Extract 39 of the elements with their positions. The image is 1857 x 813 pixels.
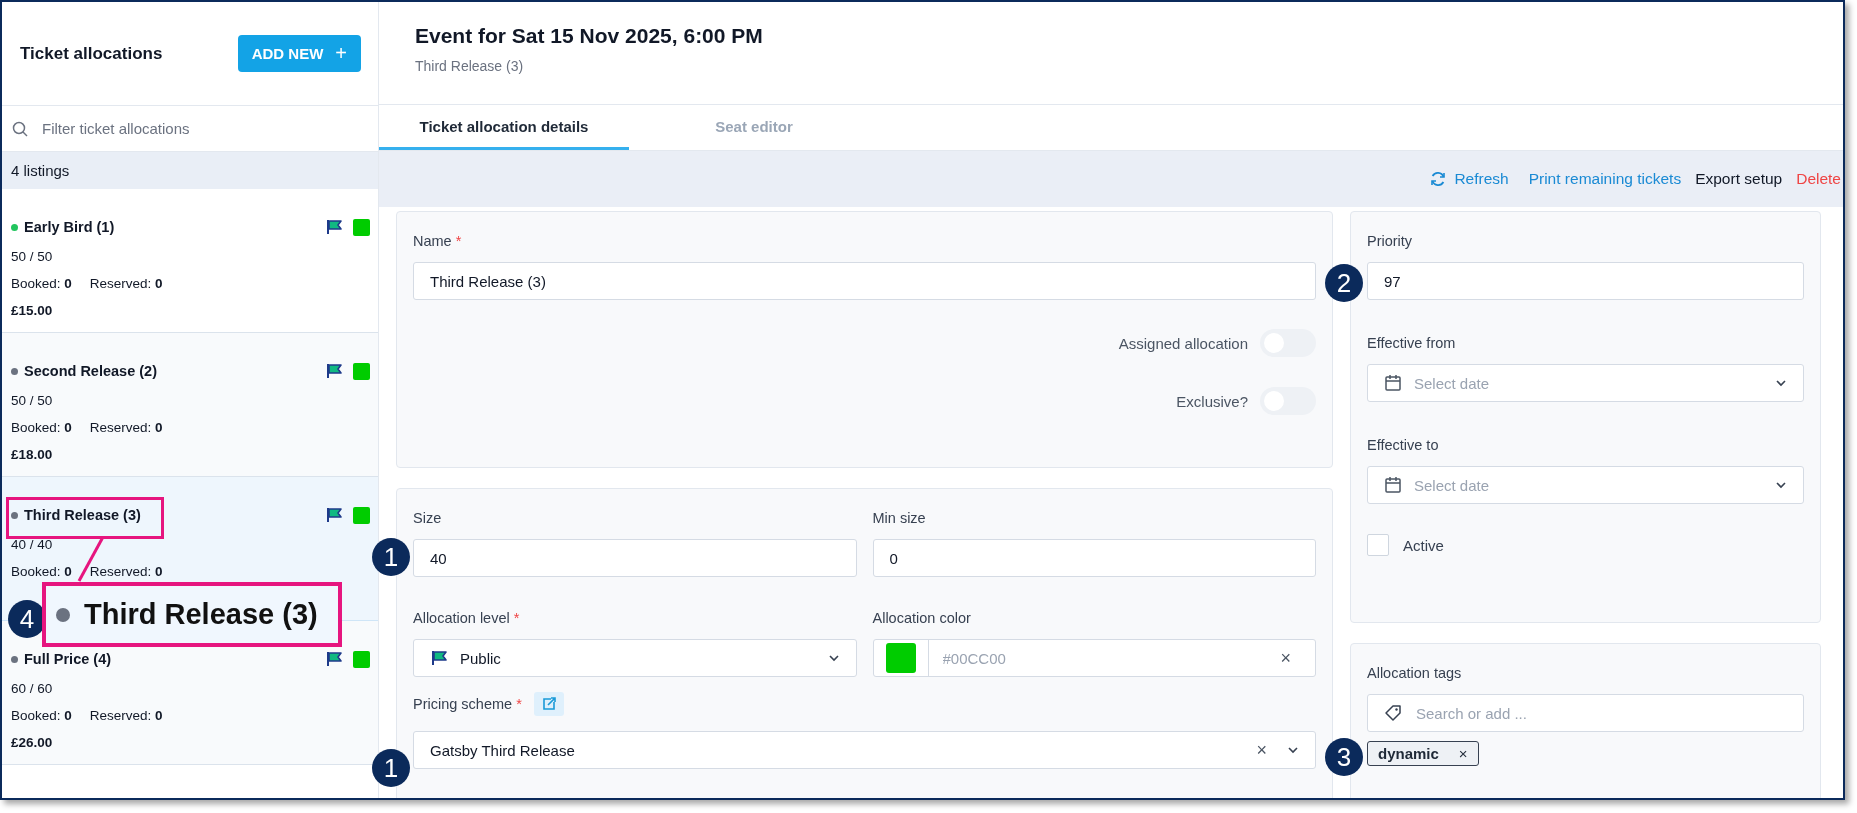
ticket-count: 40 / 40 bbox=[11, 536, 54, 554]
toggle-label: Assigned allocation bbox=[1118, 334, 1248, 352]
listing-count: 4 listings bbox=[11, 162, 70, 179]
reserved-count: Reserved: 0 bbox=[89, 420, 163, 435]
reserved-count: Reserved: 0 bbox=[89, 564, 163, 579]
toggle-label: Exclusive? bbox=[1176, 392, 1248, 410]
field-label: Priority bbox=[1367, 233, 1413, 249]
reserved-count: Reserved: 0 bbox=[89, 708, 163, 723]
field-label: Name bbox=[413, 233, 452, 249]
event-title: Event for Sat 15 Nov 2025, 6:00 PM bbox=[415, 24, 764, 48]
ticket-count: 50 / 50 bbox=[11, 392, 54, 410]
item-name: Third Release (3) bbox=[24, 507, 142, 523]
event-subtitle: Third Release (3) bbox=[415, 58, 525, 74]
item-name: Early Bird (1) bbox=[24, 219, 116, 235]
field-label: Min size bbox=[872, 510, 926, 526]
required-mark: * bbox=[455, 233, 462, 249]
field-label: Pricing scheme bbox=[413, 696, 513, 712]
sidebar-title: Ticket allocations bbox=[20, 43, 163, 64]
booked-count: Booked: 0 bbox=[11, 276, 72, 291]
required-mark: * bbox=[516, 696, 522, 712]
reserved-count: Reserved: 0 bbox=[89, 276, 163, 291]
field-label: Effective to bbox=[1367, 437, 1439, 453]
item-name: Second Release (2) bbox=[24, 363, 158, 379]
required-mark: * bbox=[513, 610, 520, 626]
checkbox-label: Active bbox=[1403, 536, 1444, 554]
booked-count: Booked: 0 bbox=[11, 708, 72, 723]
field-label: Effective from bbox=[1367, 335, 1456, 351]
field-label: Allocation color bbox=[872, 610, 971, 626]
item-price: £26.00 bbox=[11, 734, 54, 752]
ticket-count: 50 / 50 bbox=[11, 248, 54, 266]
ticket-count: 60 / 60 bbox=[11, 680, 54, 698]
field-label: Allocation level bbox=[413, 610, 510, 626]
field-label: Size bbox=[413, 510, 442, 526]
item-name: Full Price (4) bbox=[24, 651, 113, 667]
item-price: £18.00 bbox=[11, 446, 54, 464]
item-price: £15.00 bbox=[11, 302, 54, 320]
field-label: Allocation tags bbox=[1367, 665, 1462, 681]
booked-count: Booked: 0 bbox=[11, 564, 72, 579]
booked-count: Booked: 0 bbox=[11, 420, 72, 435]
